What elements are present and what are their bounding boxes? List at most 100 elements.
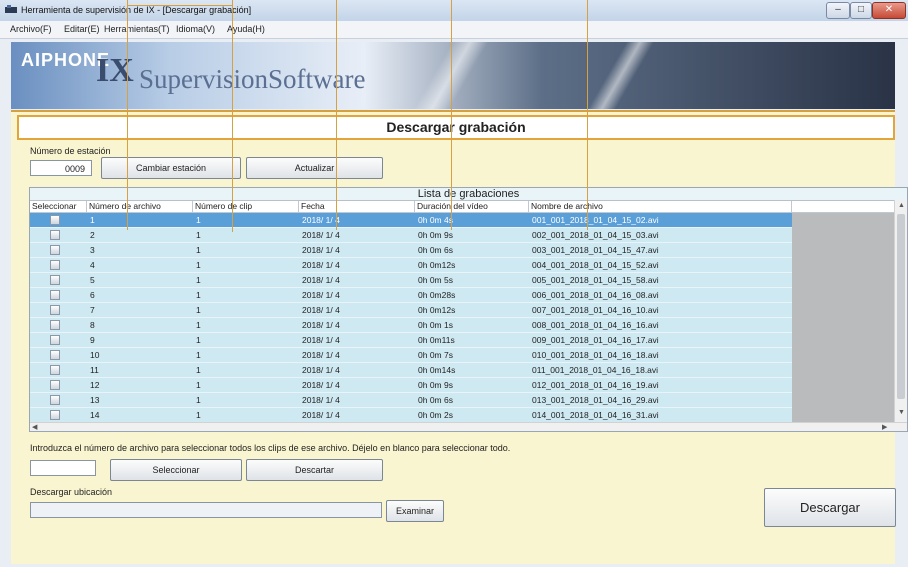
cell-date: 2018/ 1/ 4 [302,290,340,300]
cell-duration: 0h 0m 6s [418,245,453,255]
select-button[interactable]: Seleccionar [110,459,242,481]
select-checkbox[interactable] [50,245,60,255]
cell-date: 2018/ 1/ 4 [302,380,340,390]
discard-button[interactable]: Descartar [246,459,383,481]
scroll-down-icon[interactable]: ▼ [898,409,905,416]
scroll-left-icon[interactable]: ◀ [32,423,37,431]
scroll-up-icon[interactable]: ▲ [898,202,905,209]
table-row[interactable]: 11 1 2018/ 1/ 4 0h 0m14s 011_001_2018_01_04_… [30,363,792,378]
cell-file-number: 10 [90,350,100,360]
cell-duration: 0h 0m28s [418,290,456,300]
cell-file-number: 3 [90,245,95,255]
cell-filename: 009_001_2018_01_04_16_17.avi [532,335,659,345]
callout-line [127,0,128,230]
cell-filename: 007_001_2018_01_04_16_10.avi [532,305,659,315]
cell-clip-number: 1 [196,380,201,390]
callout-line [587,0,588,230]
select-checkbox[interactable] [50,275,60,285]
table-empty-area [792,213,894,423]
cell-clip-number: 1 [196,350,201,360]
menu-idioma[interactable]: Idioma(V) [176,24,215,34]
cell-file-number: 1 [90,215,95,225]
scroll-right-icon[interactable]: ▶ [882,423,887,431]
table-row[interactable]: 10 1 2018/ 1/ 4 0h 0m 7s 010_001_2018_01_04_… [30,348,792,363]
cell-filename: 004_001_2018_01_04_15_52.avi [532,260,659,270]
table-row[interactable]: 4 1 2018/ 1/ 4 0h 0m12s 004_001_2018_01_04_1… [30,258,792,273]
table-row[interactable]: 5 1 2018/ 1/ 4 0h 0m 5s 005_001_2018_01_04_1… [30,273,792,288]
table-row[interactable]: 1 1 2018/ 1/ 4 0h 0m 4s 001_001_2018_01_04_1… [30,213,792,228]
column-header-file-number[interactable]: Número de archivo [87,201,193,212]
table-row[interactable]: 2 1 2018/ 1/ 4 0h 0m 9s 002_001_2018_01_04_1… [30,228,792,243]
table-row[interactable]: 8 1 2018/ 1/ 4 0h 0m 1s 008_001_2018_01_04_1… [30,318,792,333]
file-number-input[interactable] [30,460,96,476]
cell-filename: 005_001_2018_01_04_15_58.avi [532,275,659,285]
table-row[interactable]: 6 1 2018/ 1/ 4 0h 0m28s 006_001_2018_01_04_1… [30,288,792,303]
menu-archivo[interactable]: Archivo(F) [10,24,52,34]
cell-clip-number: 1 [196,395,201,405]
vertical-scrollbar[interactable]: ▲ ▼ [894,200,907,422]
horizontal-scrollbar[interactable]: ◀ ▶ [30,422,907,431]
column-header-filename[interactable]: Nombre de archivo [529,201,792,212]
refresh-button[interactable]: Actualizar [246,157,383,179]
cell-date: 2018/ 1/ 4 [302,320,340,330]
cell-clip-number: 1 [196,290,201,300]
column-header-clip-number[interactable]: Número de clip [193,201,299,212]
cell-file-number: 14 [90,410,100,420]
cell-clip-number: 1 [196,260,201,270]
download-button[interactable]: Descargar [764,488,896,527]
recordings-table: Lista de grabaciones Seleccionar Número … [29,187,908,432]
cell-filename: 011_001_2018_01_04_16_18.avi [532,365,659,375]
table-row[interactable]: 7 1 2018/ 1/ 4 0h 0m12s 007_001_2018_01_04_1… [30,303,792,318]
select-checkbox[interactable] [50,410,60,420]
maximize-button[interactable]: □ [850,2,872,19]
table-row[interactable]: 13 1 2018/ 1/ 4 0h 0m 6s 013_001_2018_01_04_… [30,393,792,408]
select-checkbox[interactable] [50,335,60,345]
select-checkbox[interactable] [50,290,60,300]
cell-duration: 0h 0m 6s [418,395,453,405]
select-checkbox[interactable] [50,380,60,390]
select-checkbox[interactable] [50,365,60,375]
download-location-field[interactable] [30,502,382,518]
select-checkbox[interactable] [50,260,60,270]
page-title: Descargar grabación [17,115,895,140]
cell-duration: 0h 0m 1s [418,320,453,330]
table-row[interactable]: 3 1 2018/ 1/ 4 0h 0m 6s 003_001_2018_01_04_1… [30,243,792,258]
select-checkbox[interactable] [50,230,60,240]
download-location-label: Descargar ubicación [30,487,113,497]
select-checkbox[interactable] [50,395,60,405]
cell-date: 2018/ 1/ 4 [302,230,340,240]
select-checkbox[interactable] [50,350,60,360]
cell-clip-number: 1 [196,410,201,420]
cell-duration: 0h 0m 9s [418,380,453,390]
select-checkbox[interactable] [50,215,60,225]
change-station-button[interactable]: Cambiar estación [101,157,241,179]
table-row[interactable]: 9 1 2018/ 1/ 4 0h 0m11s 009_001_2018_01_04_1… [30,333,792,348]
table-row[interactable]: 12 1 2018/ 1/ 4 0h 0m 9s 012_001_2018_01_04_… [30,378,792,393]
title-bar: Herramienta de supervisión de IX - [Desc… [0,0,908,22]
cell-filename: 001_001_2018_01_04_15_02.avi [532,215,659,225]
cell-clip-number: 1 [196,275,201,285]
menu-editar[interactable]: Editar(E) [64,24,100,34]
cell-duration: 0h 0m 4s [418,215,453,225]
close-button[interactable]: ✕ [872,2,906,19]
cell-date: 2018/ 1/ 4 [302,215,340,225]
select-checkbox[interactable] [50,320,60,330]
station-number-field[interactable]: 0009 [30,160,92,176]
column-header-date[interactable]: Fecha [299,201,415,212]
cell-file-number: 6 [90,290,95,300]
column-header-select[interactable]: Seleccionar [30,201,87,212]
cell-date: 2018/ 1/ 4 [302,395,340,405]
browse-button[interactable]: Examinar [386,500,444,522]
column-header-duration[interactable]: Duración del vídeo [415,201,529,212]
menu-herramientas[interactable]: Herramientas(T) [104,24,170,34]
select-checkbox[interactable] [50,305,60,315]
window-title: Herramienta de supervisión de IX - [Desc… [21,5,252,15]
cell-clip-number: 1 [196,230,201,240]
cell-clip-number: 1 [196,335,201,345]
cell-date: 2018/ 1/ 4 [302,245,340,255]
minimize-button[interactable]: – [826,2,850,19]
scrollbar-thumb[interactable] [897,214,905,399]
cell-duration: 0h 0m12s [418,305,456,315]
table-row[interactable]: 14 1 2018/ 1/ 4 0h 0m 2s 014_001_2018_01_04_… [30,408,792,423]
table-caption: Lista de grabaciones [30,188,907,201]
